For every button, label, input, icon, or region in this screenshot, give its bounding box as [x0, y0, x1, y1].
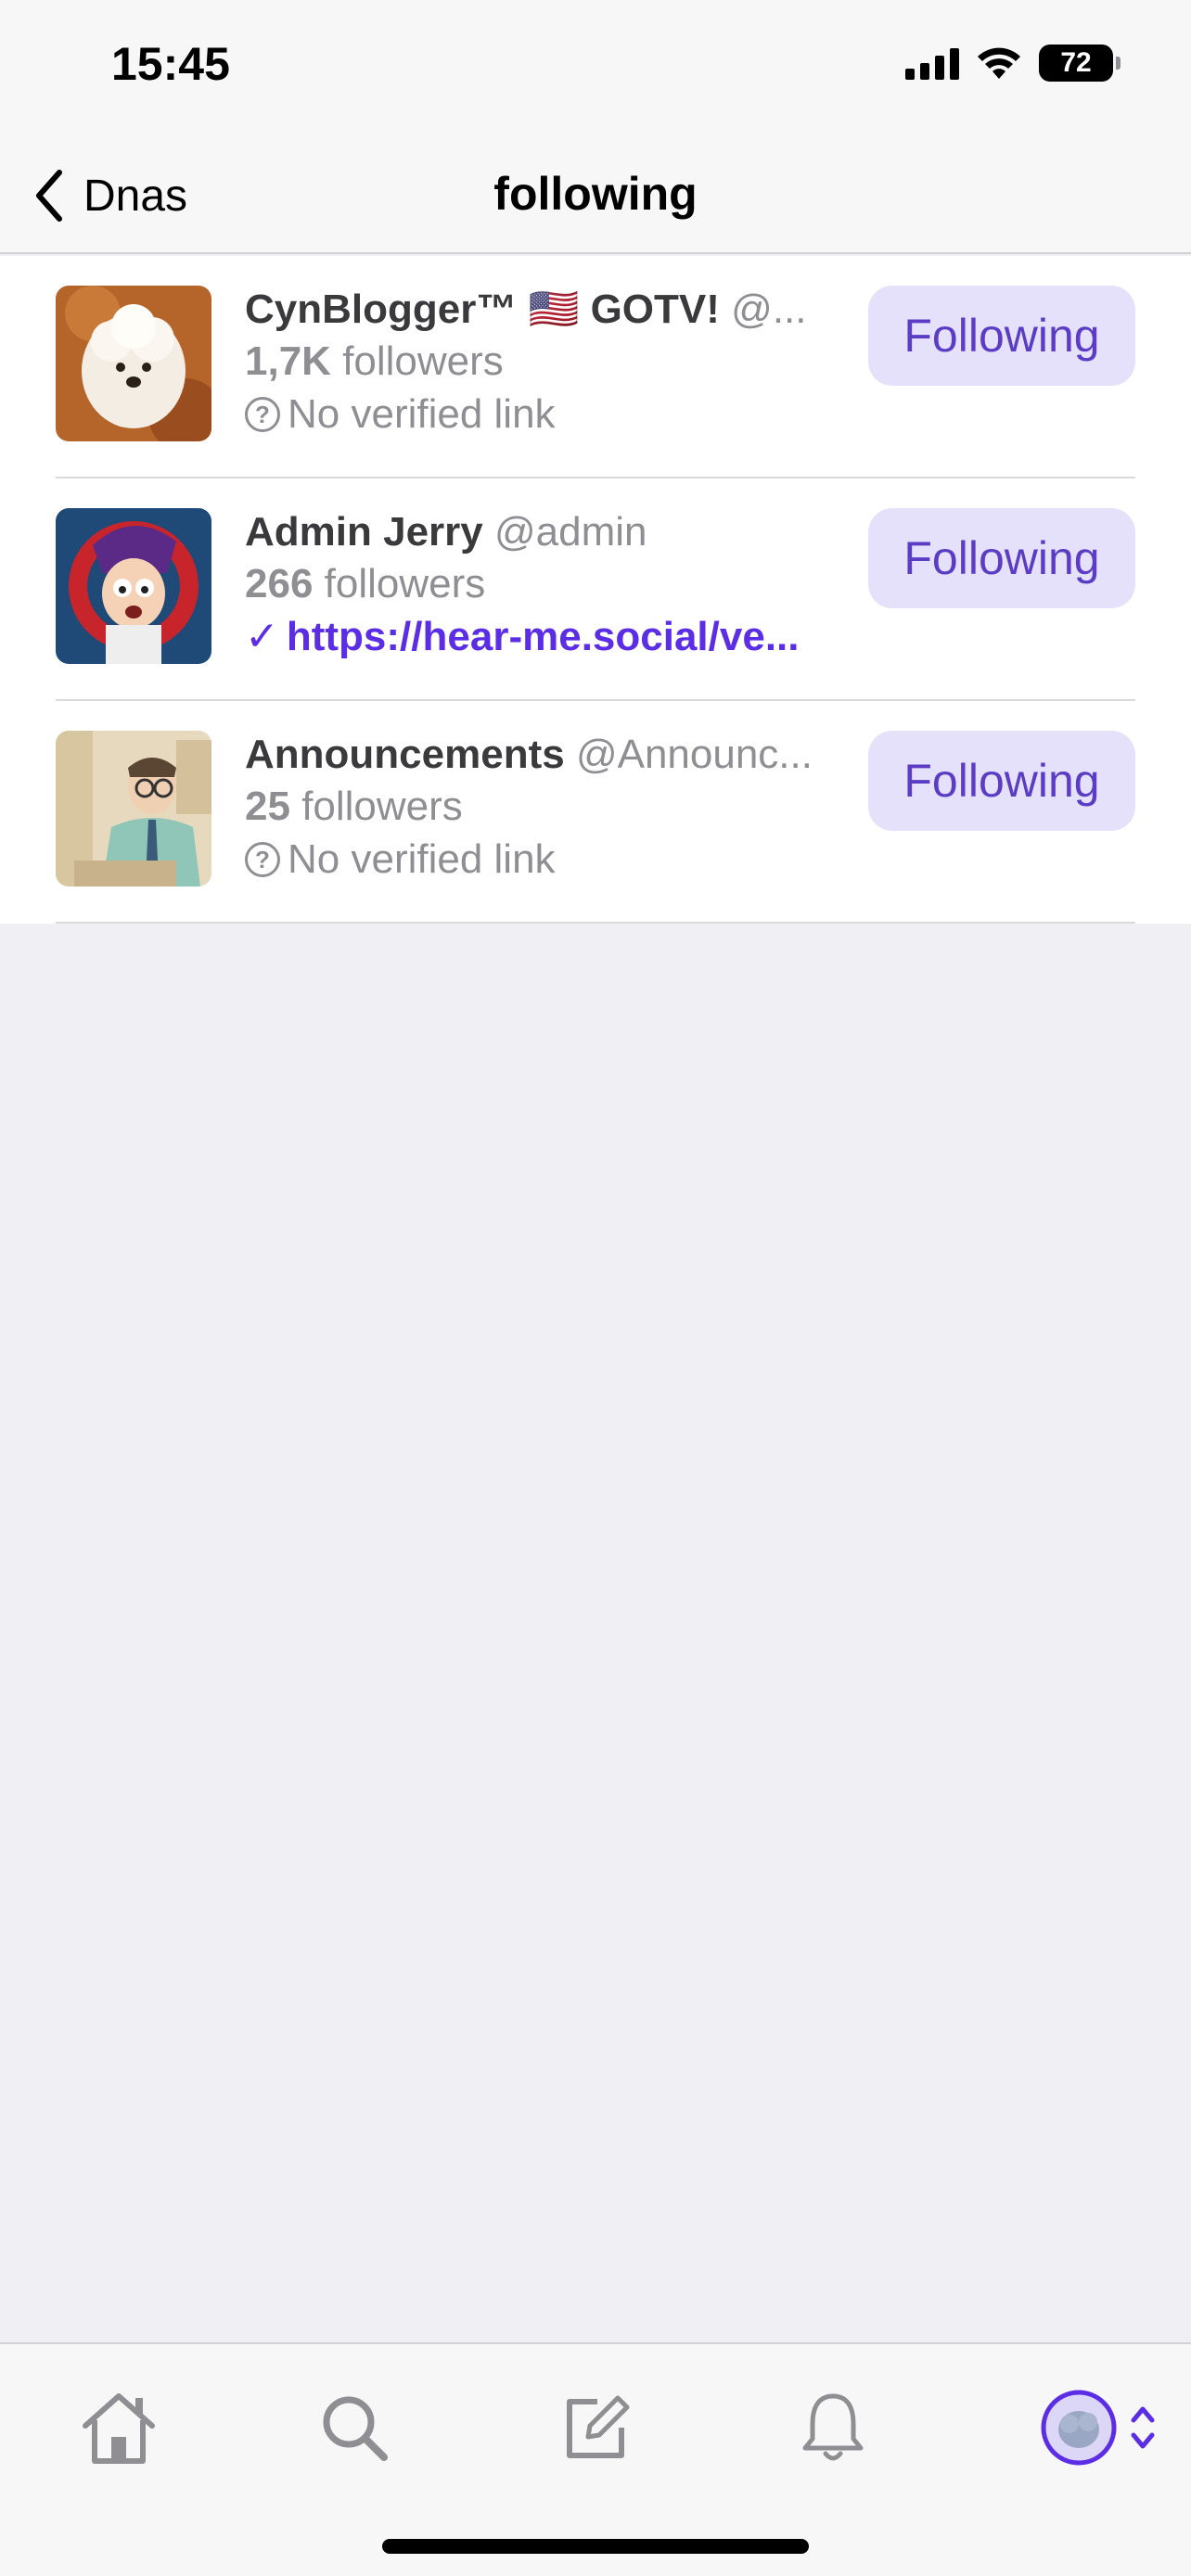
- account-row[interactable]: Announcements @Announc... 25 followers ?…: [56, 701, 1135, 924]
- tab-search[interactable]: [308, 2381, 401, 2474]
- name-line: CynBlogger™ 🇺🇸 GOTV! @...: [245, 284, 885, 336]
- link-status: ? No verified link: [245, 388, 885, 441]
- verified-link[interactable]: ✓ https://hear-me.social/ve...: [245, 610, 885, 664]
- dog-avatar-image: [56, 286, 211, 441]
- follower-count: 266: [245, 561, 314, 606]
- link-text[interactable]: https://hear-me.social/ve...: [287, 610, 800, 664]
- link-text: No verified link: [288, 836, 556, 882]
- profile-avatar: [1041, 2390, 1117, 2466]
- page-title: following: [493, 168, 698, 220]
- tab-home[interactable]: [72, 2381, 165, 2474]
- status-bar: 15:45 72: [0, 0, 1191, 139]
- account-row[interactable]: CynBlogger™ 🇺🇸 GOTV! @... 1,7K followers…: [56, 256, 1135, 478]
- following-button[interactable]: Following: [868, 508, 1135, 608]
- display-name: Admin Jerry: [245, 509, 483, 555]
- question-circle-icon: ?: [245, 842, 280, 877]
- followers-label: followers: [324, 561, 486, 606]
- status-icons: 72: [905, 45, 1121, 82]
- avatar[interactable]: [56, 286, 211, 441]
- avatar[interactable]: [56, 731, 211, 886]
- followers-line: 266 followers: [245, 558, 885, 610]
- follower-count: 25: [245, 784, 290, 829]
- cartoon-man-avatar-image: [56, 508, 211, 664]
- tab-notifications[interactable]: [787, 2381, 879, 2474]
- account-row[interactable]: Admin Jerry @admin 266 followers ✓ https…: [56, 478, 1135, 701]
- tab-compose[interactable]: [549, 2381, 642, 2474]
- office-worker-avatar-image: [56, 731, 211, 886]
- home-indicator[interactable]: [382, 2539, 809, 2554]
- checkmark-icon: ✓: [245, 614, 279, 659]
- question-circle-icon: ?: [245, 397, 280, 432]
- status-time: 15:45: [111, 38, 230, 90]
- avatar[interactable]: [56, 508, 211, 664]
- battery-icon: 72: [1039, 45, 1121, 82]
- home-icon: [83, 2393, 155, 2464]
- followers-label: followers: [342, 338, 504, 384]
- search-icon: [323, 2396, 388, 2461]
- compose-icon: [567, 2395, 630, 2458]
- bell-icon: [802, 2393, 864, 2461]
- handle: @admin: [494, 509, 647, 555]
- cellular-signal-icon: [905, 46, 959, 80]
- link-status: ? No verified link: [245, 833, 885, 886]
- followers-line: 25 followers: [245, 781, 885, 833]
- following-button[interactable]: Following: [868, 286, 1135, 386]
- tab-profile[interactable]: [1024, 2381, 1172, 2474]
- name-line: Announcements @Announc...: [245, 729, 885, 781]
- followers-line: 1,7K followers: [245, 336, 885, 388]
- battery-level: 72: [1060, 47, 1092, 78]
- display-name: Announcements: [245, 732, 565, 777]
- following-button[interactable]: Following: [868, 731, 1135, 831]
- wifi-icon: [978, 47, 1020, 79]
- account-info: Admin Jerry @admin 266 followers ✓ https…: [245, 506, 885, 664]
- followers-label: followers: [301, 784, 463, 829]
- handle: @Announc...: [575, 732, 813, 777]
- account-info: CynBlogger™ 🇺🇸 GOTV! @... 1,7K followers…: [245, 284, 885, 441]
- account-info: Announcements @Announc... 25 followers ?…: [245, 729, 885, 886]
- handle: @...: [731, 287, 807, 332]
- follower-count: 1,7K: [245, 338, 331, 384]
- account-switcher-chevron-icon[interactable]: [1129, 2402, 1157, 2454]
- name-line: Admin Jerry @admin: [245, 506, 885, 558]
- link-text: No verified link: [288, 391, 556, 437]
- following-list: CynBlogger™ 🇺🇸 GOTV! @... 1,7K followers…: [0, 256, 1191, 924]
- display-name: CynBlogger™ 🇺🇸 GOTV!: [245, 287, 720, 332]
- navigation-bar: Dnas following: [0, 139, 1191, 254]
